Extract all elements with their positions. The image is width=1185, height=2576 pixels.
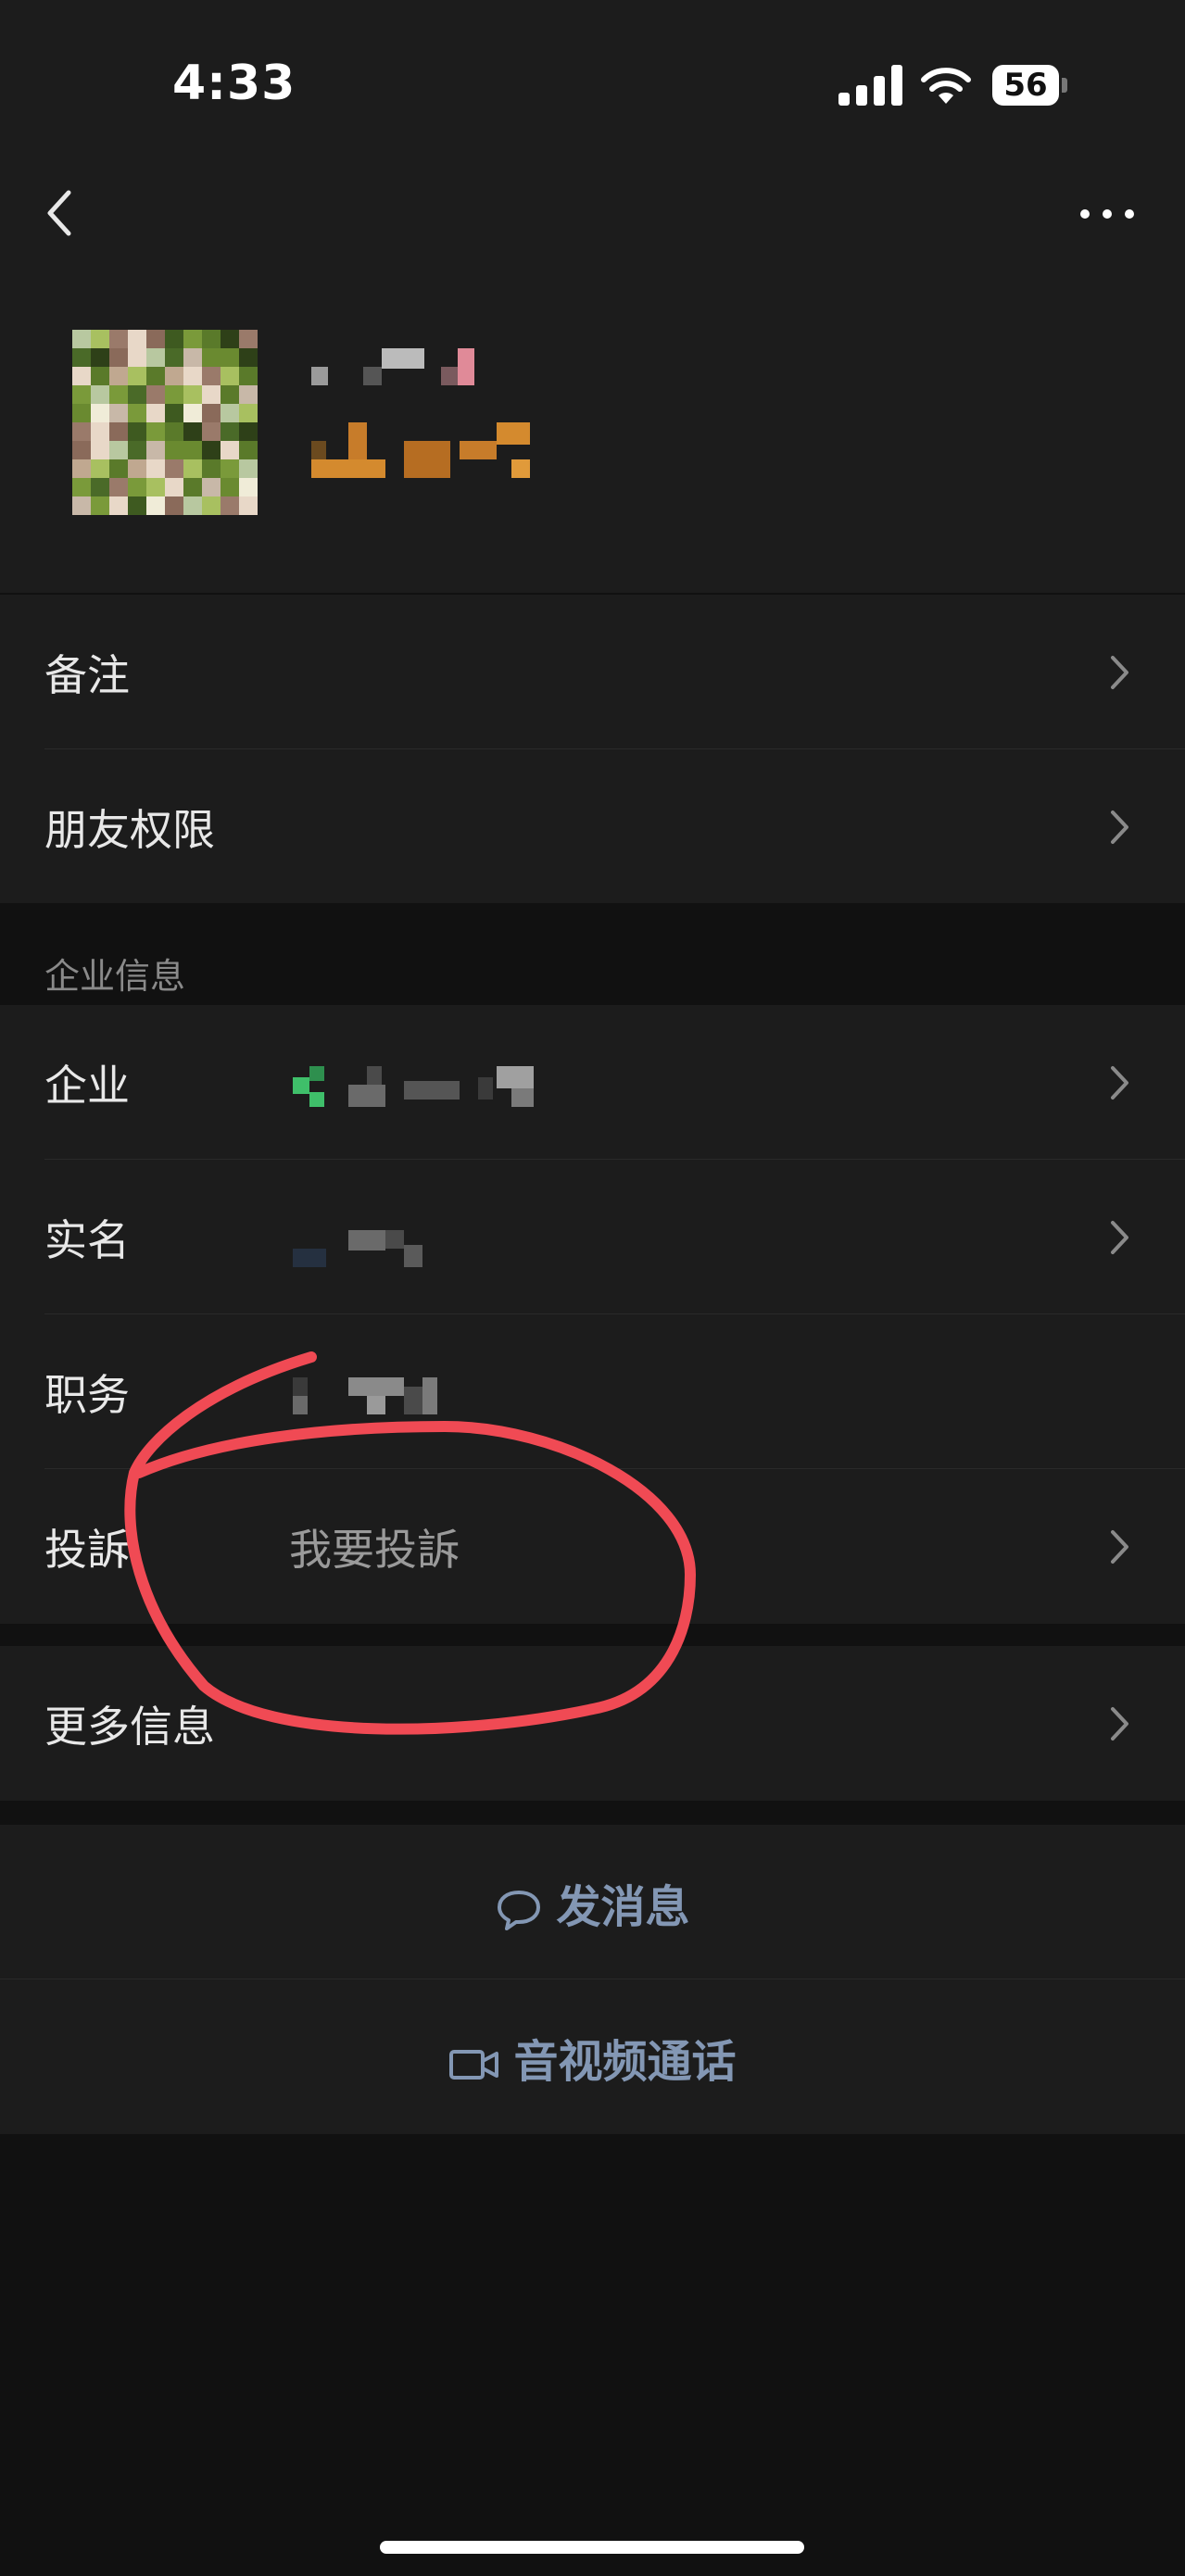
battery-level: 56 <box>992 65 1059 106</box>
row-friend-permissions-label: 朋友权限 <box>44 804 215 855</box>
row-enterprise-label: 企业 <box>44 1060 130 1111</box>
chevron-right-icon <box>1111 655 1128 689</box>
nav-bar <box>0 167 1185 259</box>
enterprise-value-redacted <box>293 1066 534 1107</box>
section-title: 企业信息 <box>44 956 186 997</box>
row-real-name-label: 实名 <box>44 1214 130 1265</box>
status-time: 4:33 <box>172 56 296 111</box>
profile-header <box>0 259 1185 593</box>
profile-enterprise-redacted <box>311 422 534 478</box>
chevron-right-icon <box>1111 1065 1128 1100</box>
profile-name-redacted <box>311 348 534 389</box>
complaint-link[interactable]: 我要投訴 <box>289 1516 460 1577</box>
chevron-right-icon <box>1111 1220 1128 1254</box>
position-value-redacted <box>293 1377 460 1418</box>
chat-bubble-icon <box>498 1890 541 1930</box>
back-icon[interactable] <box>37 183 93 243</box>
section-header: 企业信息 <box>0 903 1185 1005</box>
row-more-info[interactable]: 更多信息 <box>0 1646 1185 1801</box>
send-message-label: 发消息 <box>556 1880 690 1933</box>
home-indicator[interactable] <box>380 2541 804 2554</box>
row-complaint[interactable]: 投訴 我要投訴 <box>0 1469 1185 1624</box>
video-call-label: 音视频通话 <box>513 2035 737 2088</box>
real-name-value-redacted <box>293 1230 441 1271</box>
signal-icon <box>838 65 903 106</box>
chevron-right-icon <box>1111 1529 1128 1564</box>
wifi-icon <box>921 68 971 104</box>
row-position-label: 职务 <box>44 1369 130 1420</box>
status-bar: 4:33 56 <box>0 0 1185 167</box>
chevron-right-icon <box>1111 810 1128 844</box>
row-more-info-label: 更多信息 <box>44 1701 215 1752</box>
row-position: 职务 <box>0 1314 1185 1469</box>
chevron-right-icon <box>1111 1706 1128 1740</box>
video-camera-icon <box>449 2049 499 2080</box>
video-call-button[interactable]: 音视频通话 <box>0 1979 1185 2134</box>
row-real-name[interactable]: 实名 <box>0 1160 1185 1314</box>
row-remark[interactable]: 备注 <box>0 595 1185 749</box>
row-enterprise[interactable]: 企业 <box>0 1005 1185 1160</box>
send-message-button[interactable]: 发消息 <box>0 1825 1185 1979</box>
row-complaint-label: 投訴 <box>44 1524 130 1575</box>
row-remark-label: 备注 <box>44 649 130 700</box>
row-friend-permissions[interactable]: 朋友权限 <box>0 749 1185 904</box>
avatar[interactable] <box>72 330 258 515</box>
more-icon[interactable] <box>1075 191 1140 237</box>
battery-icon: 56 <box>992 65 1068 106</box>
